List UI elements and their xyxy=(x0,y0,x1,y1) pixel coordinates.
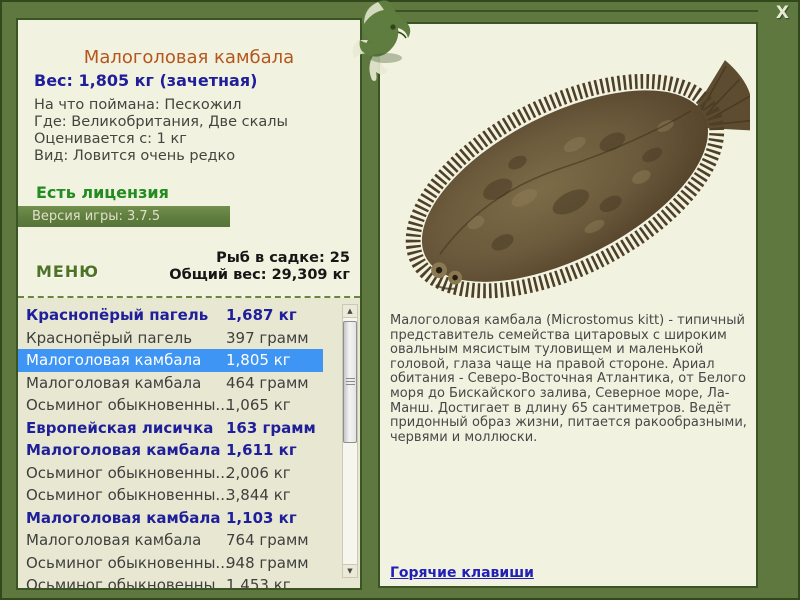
fish-title: Малоголовая камбала xyxy=(83,47,295,68)
fish-weight: 1,805 кг xyxy=(226,351,291,369)
fish-name: Малоголовая камбала xyxy=(26,373,202,392)
detail-location: Где: Великобритания, Две скалы xyxy=(34,114,288,130)
fish-weight: 464 грамм xyxy=(226,373,309,392)
fish-weight: 163 грамм xyxy=(226,418,316,437)
fish-weight: 2,006 кг xyxy=(226,463,291,482)
fish-weight: 1,103 кг xyxy=(226,508,297,527)
list-item[interactable]: Осьминог обыкновенны... 2,006 кг xyxy=(18,462,323,485)
fish-weight: 1,611 кг xyxy=(226,441,297,459)
fish-weight: 1,065 кг xyxy=(226,396,291,414)
fish-weight: 3,844 кг xyxy=(226,486,291,504)
scroll-down-button[interactable]: ▼ xyxy=(343,564,357,577)
list-item[interactable]: Европейская лисичка 163 грамм xyxy=(18,417,323,440)
catch-list[interactable]: Краснопёрый пагель 1,687 кг Краснопёрый па… xyxy=(18,304,338,588)
detail-bait: На что поймана: Пескожил xyxy=(34,97,242,113)
list-item[interactable]: Малоголовая камбала 464 грамм xyxy=(18,372,323,395)
fish-name: Осьминог обыкновенны... xyxy=(26,486,230,504)
list-item[interactable]: Осьминог обыкновенны... 1.453 кг xyxy=(18,574,323,588)
version-label: Версия игры: 3.7.5 xyxy=(32,209,161,224)
fish-name: Осьминог обыкновенны... xyxy=(26,553,230,572)
menu-button[interactable]: МЕНЮ xyxy=(36,262,99,281)
weight-line: Вес: 1,805 кг (зачетная) xyxy=(34,71,258,90)
counter-fish-count: Рыб в садке: 25 xyxy=(216,250,350,266)
fish-name: Малоголовая камбала xyxy=(26,351,202,369)
list-item[interactable]: Малоголовая камбала 1,103 кг xyxy=(18,507,323,530)
fish-name: Краснопёрый пагель xyxy=(26,306,209,324)
fish-weight: 948 грамм xyxy=(226,553,309,572)
close-button[interactable]: X xyxy=(776,5,789,22)
scroll-up-button[interactable]: ▲ xyxy=(343,305,357,318)
version-bar: Версия игры: 3.7.5 xyxy=(18,206,230,227)
detail-rarity: Вид: Ловится очень редко xyxy=(34,148,236,164)
fish-name: Осьминог обыкновенны... xyxy=(26,576,230,588)
license-status: Есть лицензия xyxy=(36,183,169,202)
counters: Рыб в садке: 25 Общий вес: 29,309 кг xyxy=(169,250,350,284)
scroll-thumb[interactable] xyxy=(343,321,357,443)
fish-description: Малоголовая камбала (Microstomus kitt) -… xyxy=(390,313,747,445)
fish-name: Осьминог обыкновенны... xyxy=(26,463,230,482)
list-item[interactable]: Осьминог обыкновенны... 1,065 кг xyxy=(18,394,323,417)
fish-details: На что поймана: Пескожил Где: Великобрит… xyxy=(34,97,288,165)
list-item[interactable]: Малоголовая камбала 764 грамм xyxy=(18,529,323,552)
counter-total-weight: Общий вес: 29,309 кг xyxy=(169,267,350,283)
hotkeys-link[interactable]: Горячие клавиши xyxy=(390,565,534,581)
fish-name: Осьминог обыкновенны... xyxy=(26,396,230,414)
fish-image xyxy=(405,60,750,299)
fish-name: Малоголовая камбала xyxy=(26,508,221,527)
list-item[interactable]: Малоголовая камбала 1,805 кг xyxy=(18,349,323,372)
fish-weight: 397 грамм xyxy=(226,328,309,347)
list-item[interactable]: Краснопёрый пагель 397 грамм xyxy=(18,327,323,350)
fish-name: Европейская лисичка xyxy=(26,418,214,437)
fish-name: Малоголовая камбала xyxy=(26,441,221,459)
scroll-grip-icon xyxy=(345,378,355,386)
right-panel: Малоголовая камбала (Microstomus kitt) -… xyxy=(378,22,758,588)
fish-weight: 1.453 кг xyxy=(226,576,291,588)
list-item[interactable]: Краснопёрый пагель 1,687 кг xyxy=(18,304,323,327)
fish-name: Малоголовая камбала xyxy=(26,531,202,549)
detail-min-weight: Оценивается с: 1 кг xyxy=(34,131,187,147)
frame-groove xyxy=(368,10,758,12)
catch-list-box: Краснопёрый пагель 1,687 кг Краснопёрый па… xyxy=(18,298,360,588)
scrollbar[interactable]: ▲ ▼ xyxy=(342,304,358,578)
fish-weight: 1,687 кг xyxy=(226,306,297,324)
fish-weight: 764 грамм xyxy=(226,531,309,549)
list-item[interactable]: Осьминог обыкновенны... 3,844 кг xyxy=(18,484,323,507)
list-item[interactable]: Осьминог обыкновенны... 948 грамм xyxy=(18,552,323,575)
left-panel: Малоголовая камбала Вес: 1,805 кг (зачет… xyxy=(16,18,362,590)
fish-name: Краснопёрый пагель xyxy=(26,328,193,347)
list-item[interactable]: Малоголовая камбала 1,611 кг xyxy=(18,439,323,462)
fish-logo-icon xyxy=(352,0,411,81)
